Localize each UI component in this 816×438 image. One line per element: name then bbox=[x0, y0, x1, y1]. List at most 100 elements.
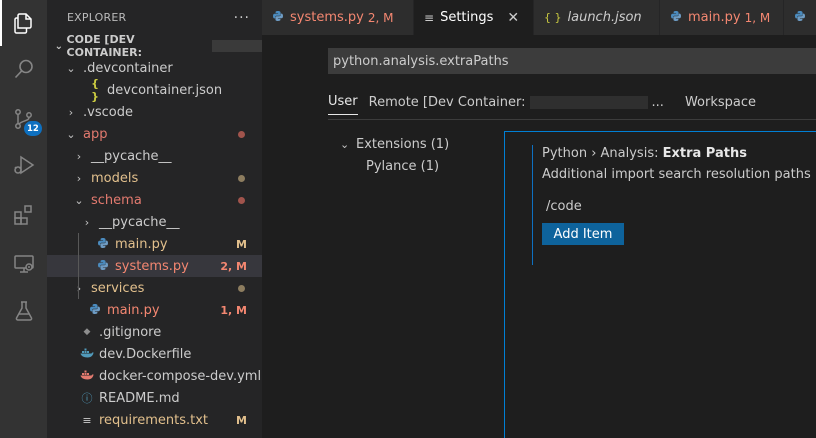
tree-item-label: __pycache__ bbox=[91, 148, 172, 164]
tree-item-label: dev.Dockerfile bbox=[99, 346, 192, 362]
editor-tab-bar: systems.py 2, M ≡ Settings ✕ { } launch.json ma… bbox=[262, 0, 816, 35]
editor-tab[interactable]: { } launch.json bbox=[534, 0, 660, 35]
file-item[interactable]: ⓘ README.md bbox=[47, 387, 262, 409]
python-file-icon bbox=[95, 237, 111, 252]
folder-item[interactable]: › services bbox=[47, 277, 262, 299]
chevron-right-icon: › bbox=[68, 105, 74, 119]
divider bbox=[328, 119, 816, 120]
python-file-icon bbox=[670, 10, 682, 25]
settings-toc: ⌄ Extensions (1) Pylance (1) bbox=[340, 133, 449, 177]
toc-extensions[interactable]: ⌄ Extensions (1) bbox=[340, 133, 449, 155]
git-status-badge: M bbox=[236, 237, 247, 251]
editor-tab[interactable]: main.py 1, M bbox=[660, 0, 784, 35]
file-item[interactable]: ≡ requirements.txt M bbox=[47, 409, 262, 431]
workspace-root[interactable]: ⌄ CODE [DEV CONTAINER: bbox=[47, 33, 262, 59]
explorer-title: EXPLORER bbox=[67, 11, 127, 24]
modified-indicator bbox=[532, 145, 533, 265]
chevron-down-icon: ⌄ bbox=[66, 61, 76, 75]
settings-editor: User Remote [Dev Container: ... Workspac… bbox=[262, 35, 816, 438]
git-status-badge: 2, M bbox=[220, 259, 247, 273]
git-status-badge: 1, M bbox=[220, 303, 247, 317]
tab-remote-ellipsis: ... bbox=[651, 94, 664, 110]
folder-item[interactable]: › __pycache__ bbox=[47, 145, 262, 167]
redacted-region bbox=[529, 95, 648, 109]
setting-item: Python › Analysis: Extra Paths Additiona… bbox=[504, 131, 816, 438]
editor-tab[interactable]: systems.py 2, M bbox=[262, 0, 414, 35]
extensions-icon[interactable] bbox=[0, 192, 47, 238]
json-file-icon: { } bbox=[544, 11, 562, 24]
chevron-down-icon: ⌄ bbox=[74, 193, 84, 207]
git-status-badge: M bbox=[236, 413, 247, 427]
tree-item-label: __pycache__ bbox=[99, 214, 180, 230]
tab-label: systems.py bbox=[290, 10, 364, 25]
tree-item-label: app bbox=[83, 126, 108, 142]
setting-title: Python › Analysis: Extra Paths bbox=[542, 146, 747, 161]
file-item[interactable]: dev.Dockerfile bbox=[47, 343, 262, 365]
settings-search-input[interactable] bbox=[328, 48, 816, 74]
tab-remote-label: Remote [Dev Container: bbox=[368, 94, 526, 110]
modified-dot bbox=[238, 196, 245, 204]
activity-bar: 12 bbox=[0, 0, 47, 438]
tab-user[interactable]: User bbox=[328, 89, 358, 115]
modified-dot bbox=[238, 130, 245, 138]
folder-item[interactable]: › .vscode bbox=[47, 101, 262, 123]
testing-icon[interactable] bbox=[0, 288, 47, 334]
close-icon[interactable]: ✕ bbox=[507, 10, 519, 26]
tab-workspace[interactable]: Workspace bbox=[685, 89, 756, 115]
file-item[interactable]: { } devcontainer.json bbox=[47, 77, 262, 103]
tab-problems-badge: 1, M bbox=[744, 10, 771, 25]
modified-dot bbox=[238, 284, 245, 292]
python-file-icon bbox=[794, 10, 806, 25]
tree-item-label: services bbox=[91, 280, 145, 296]
file-item[interactable]: main.py M bbox=[47, 233, 262, 255]
redacted-region bbox=[211, 40, 262, 52]
folder-item[interactable]: ⌄ .devcontainer bbox=[47, 57, 262, 79]
tree-item-label: models bbox=[91, 170, 139, 186]
json-file-icon: { } bbox=[91, 77, 99, 103]
tree-item-label: requirements.txt bbox=[99, 412, 209, 428]
file-tree: ⌄ .devcontainer{ } devcontainer.json › .vsco… bbox=[47, 57, 262, 431]
more-actions-icon[interactable]: ··· bbox=[234, 10, 250, 26]
folder-item[interactable]: › __pycache__ bbox=[47, 211, 262, 233]
git-file-icon: ◆ bbox=[83, 327, 91, 337]
chevron-right-icon: › bbox=[76, 149, 82, 163]
file-item[interactable]: ◆ .gitignore bbox=[47, 321, 262, 343]
tree-item-label: README.md bbox=[99, 390, 180, 406]
tree-item-label: main.py bbox=[107, 302, 160, 318]
toc-extensions-label: Extensions (1) bbox=[356, 136, 450, 152]
search-icon[interactable] bbox=[0, 46, 47, 92]
explorer-icon[interactable] bbox=[0, 0, 47, 46]
file-item[interactable]: docker-compose-dev.yml bbox=[47, 365, 262, 387]
setting-description: Additional import search resolution path… bbox=[542, 167, 811, 182]
source-control-icon[interactable]: 12 bbox=[0, 96, 47, 142]
tree-item-label: schema bbox=[91, 192, 142, 208]
tab-remote[interactable]: Remote [Dev Container: ... bbox=[369, 89, 664, 115]
setting-list-value[interactable]: /code bbox=[546, 199, 582, 214]
tree-item-label: main.py bbox=[115, 236, 168, 252]
tree-item-label: docker-compose-dev.yml bbox=[99, 368, 262, 384]
tree-item-label: .devcontainer bbox=[83, 60, 173, 76]
editor-tab[interactable]: ≡ Settings ✕ bbox=[414, 0, 534, 35]
setting-category: Python › Analysis: bbox=[542, 146, 663, 161]
tab-label: main.py bbox=[688, 10, 741, 25]
add-item-button[interactable]: Add Item bbox=[542, 223, 624, 245]
folder-item[interactable]: ⌄ app bbox=[47, 123, 262, 145]
text-file-icon: ≡ bbox=[82, 413, 92, 427]
docker-compose-icon bbox=[79, 370, 95, 383]
file-item[interactable]: systems.py 2, M bbox=[47, 255, 262, 277]
setting-name: Extra Paths bbox=[662, 146, 747, 161]
explorer-header: EXPLORER ··· bbox=[47, 0, 262, 35]
remote-explorer-icon[interactable] bbox=[0, 241, 47, 287]
editor-tab[interactable] bbox=[784, 0, 816, 35]
indent-guide bbox=[78, 233, 79, 299]
scm-count-badge: 12 bbox=[24, 121, 42, 136]
toc-pylance[interactable]: Pylance (1) bbox=[340, 155, 449, 177]
folder-item[interactable]: ⌄ schema bbox=[47, 189, 262, 211]
chevron-right-icon: › bbox=[76, 281, 82, 295]
run-debug-icon[interactable] bbox=[0, 142, 47, 188]
folder-item[interactable]: › models bbox=[47, 167, 262, 189]
tree-item-label: systems.py bbox=[115, 258, 189, 274]
settings-scope-tabs: User Remote [Dev Container: ... Workspac… bbox=[328, 89, 767, 115]
file-item[interactable]: main.py 1, M bbox=[47, 299, 262, 321]
docker-file-icon bbox=[79, 348, 95, 361]
